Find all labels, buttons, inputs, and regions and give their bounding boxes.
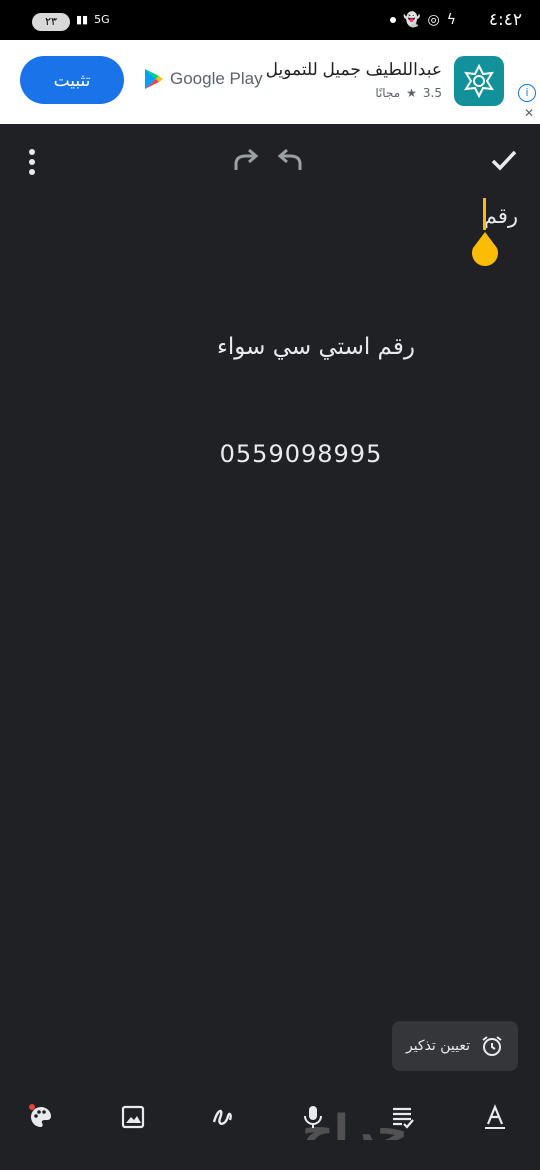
charging-icon: ϟ — [446, 12, 456, 28]
more-options-icon[interactable] — [20, 146, 44, 178]
ad-info-icon[interactable]: i — [518, 84, 536, 102]
set-reminder-button[interactable]: تعيين تذكير — [392, 1021, 518, 1071]
checklist-icon[interactable] — [390, 1104, 416, 1130]
battery-level: ٢٣ — [45, 15, 57, 28]
star-icon: ★ — [406, 86, 417, 100]
notification-icons: 👻 ◎ ϟ — [390, 12, 456, 28]
whatsapp-icon: ◎ — [427, 12, 440, 28]
price-label: مجانًا — [375, 86, 401, 100]
note-body-phone[interactable]: 0559098995 — [0, 440, 540, 468]
google-play-icon — [145, 69, 163, 89]
ad-banner[interactable]: تثبيت Google Play عبداللطيف جميل للتمويل… — [0, 40, 540, 124]
ad-app-name[interactable]: عبداللطيف جميل للتمويل — [266, 60, 442, 80]
signal-icons: ▮▮ 5G — [76, 13, 110, 26]
google-play-label: Google Play — [170, 69, 263, 88]
ad-app-logo[interactable] — [454, 56, 504, 106]
redo-icon[interactable] — [230, 146, 260, 176]
status-bar: ٢٣ ▮▮ 5G 👻 ◎ ϟ ٤:٤٢ — [0, 0, 540, 40]
network-type: 5G — [94, 13, 110, 26]
rating-value: 3.5 — [422, 86, 442, 100]
snapchat-icon: 👻 — [403, 12, 421, 28]
done-check-icon[interactable] — [490, 146, 518, 174]
note-body-line[interactable]: رقم استي سي سواء — [0, 334, 540, 360]
google-play-badge[interactable]: Google Play — [144, 68, 263, 90]
signal-icon: ▮▮ — [76, 13, 89, 26]
bottom-toolbar — [0, 1096, 540, 1140]
ad-close-icon[interactable]: ✕ — [524, 106, 534, 120]
cursor-handle-icon[interactable] — [470, 232, 500, 268]
image-icon[interactable] — [120, 1104, 146, 1130]
system-nav-bar — [0, 1140, 540, 1170]
text-format-icon[interactable] — [482, 1104, 508, 1130]
palette-icon[interactable] — [28, 1104, 54, 1130]
undo-icon[interactable] — [276, 146, 306, 176]
drawing-icon[interactable] — [210, 1104, 236, 1130]
set-reminder-label: تعيين تذكير — [405, 1038, 471, 1054]
dot-icon — [390, 17, 397, 23]
microphone-icon[interactable] — [300, 1104, 326, 1130]
install-button[interactable]: تثبيت — [20, 56, 124, 104]
app-logo-icon — [464, 63, 494, 99]
ad-rating: 3.5 ★ مجانًا — [375, 86, 442, 100]
battery-indicator: ٢٣ — [32, 13, 70, 31]
note-title[interactable]: رقم — [484, 204, 518, 228]
clock: ٤:٤٢ — [488, 10, 522, 30]
text-cursor — [483, 198, 486, 230]
alarm-clock-icon — [482, 1036, 502, 1056]
